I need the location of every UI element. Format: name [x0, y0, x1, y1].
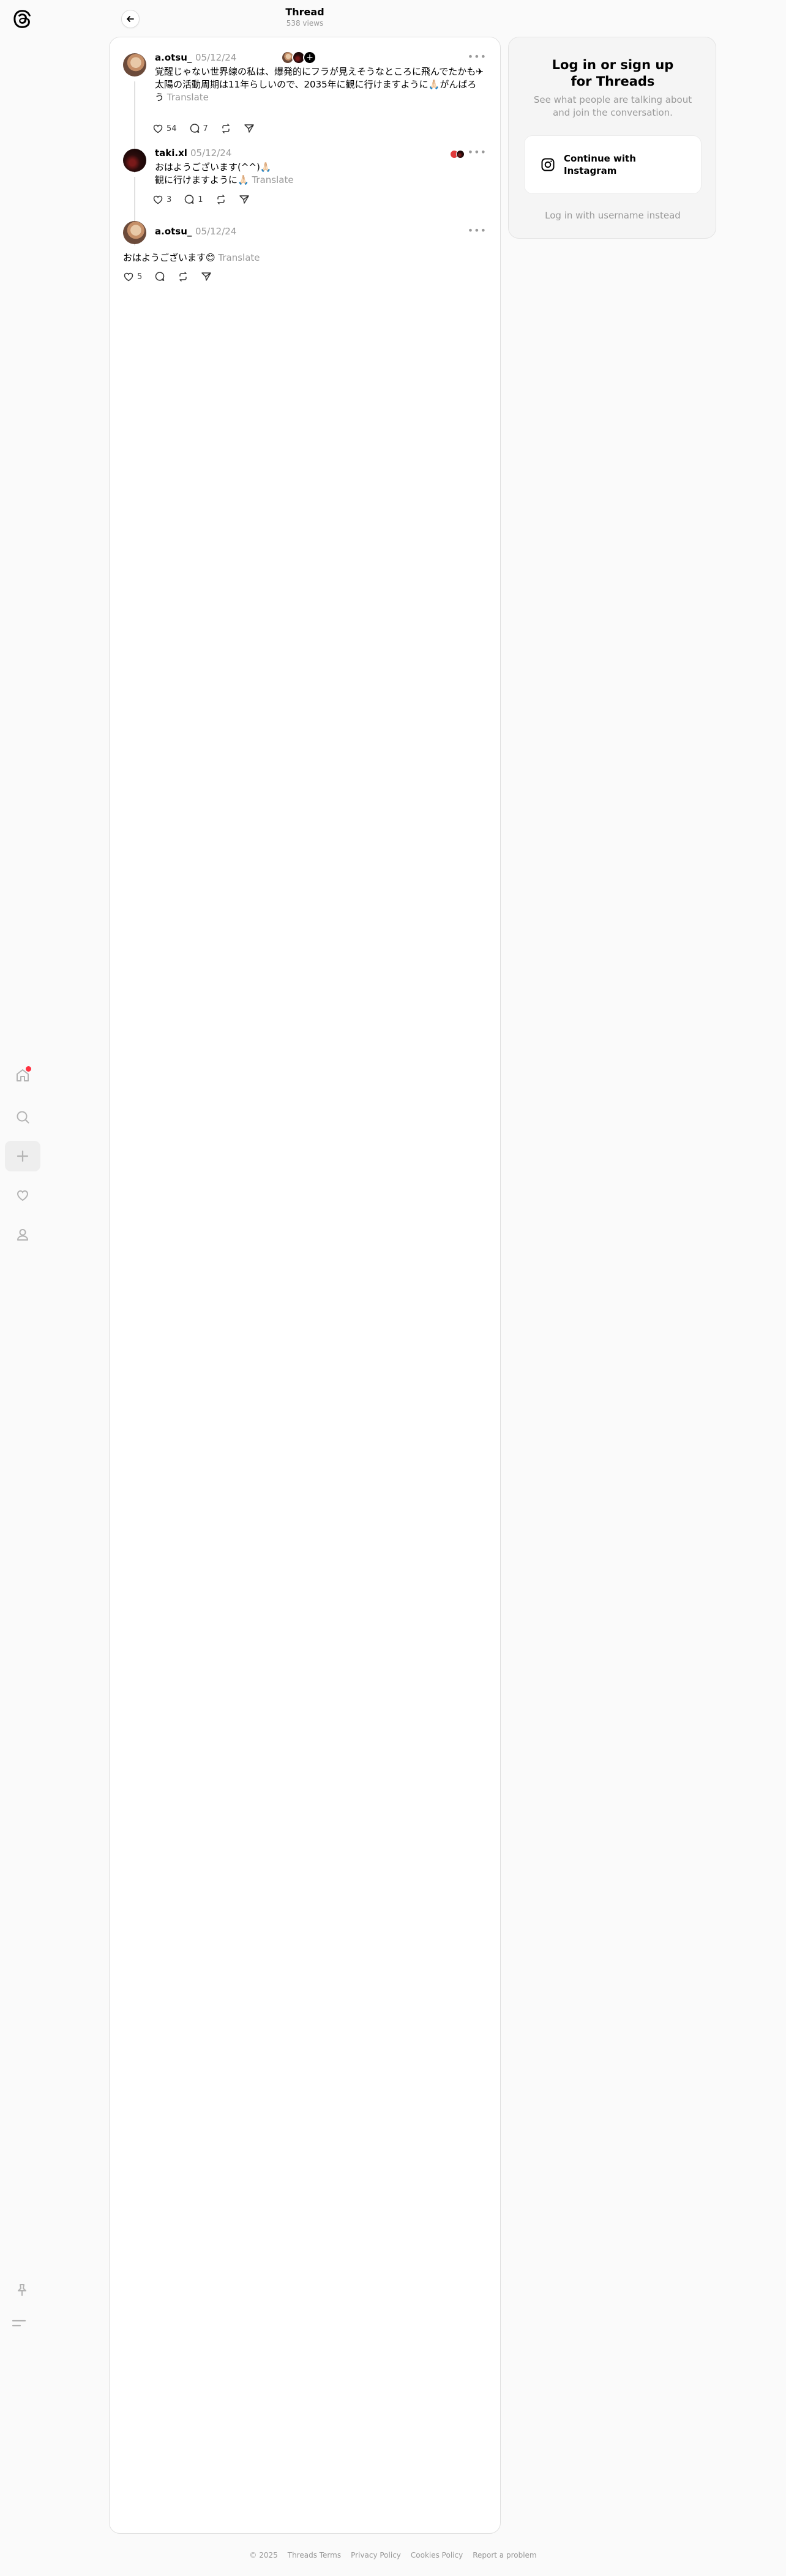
like-count: 54	[167, 124, 177, 133]
footer-link-report[interactable]: Report a problem	[473, 2551, 536, 2559]
avatar[interactable]	[123, 149, 146, 172]
instagram-icon	[541, 158, 555, 171]
avatar[interactable]	[123, 221, 146, 244]
share-button[interactable]	[201, 271, 212, 282]
comment-icon	[190, 124, 199, 133]
reply-count: 1	[198, 195, 203, 204]
heart-icon	[153, 124, 163, 133]
profile-icon	[17, 1229, 28, 1241]
menu-icon	[12, 2320, 26, 2327]
post-text-content: おはようございます😊	[123, 252, 215, 263]
continue-with-instagram-label: Continue with Instagram	[564, 153, 636, 176]
comment-icon	[155, 272, 165, 281]
like-button[interactable]: 54	[152, 123, 177, 134]
participant-avatar	[456, 150, 465, 159]
login-username-link[interactable]: Log in with username instead	[509, 210, 717, 221]
footer-link-cookies[interactable]: Cookies Policy	[411, 2551, 463, 2559]
reply-avatars[interactable]	[450, 150, 465, 159]
send-icon	[201, 272, 212, 281]
nav-search-button[interactable]	[5, 1102, 40, 1132]
nav-activity-button[interactable]	[5, 1180, 40, 1211]
repost-button[interactable]	[215, 194, 226, 205]
comment-icon	[185, 195, 194, 204]
like-count: 5	[137, 272, 143, 282]
nav-profile-button[interactable]	[5, 1219, 40, 1250]
post-actions: 5	[123, 271, 224, 282]
more-options-button[interactable]: •••	[468, 225, 487, 236]
like-button[interactable]: 5	[123, 271, 142, 282]
like-count: 3	[167, 195, 172, 204]
post-date[interactable]: 05/12/24	[195, 52, 236, 63]
post-text: 覚醒じゃない世界線の私は、爆発的にフラが見えそうなところに飛んでたかも✈︎ 太陽…	[155, 65, 485, 104]
post-text: おはようございます😊 Translate	[123, 252, 484, 264]
heart-icon	[153, 195, 163, 204]
footer-copyright: © 2025	[249, 2551, 278, 2559]
footer-link-terms[interactable]: Threads Terms	[288, 2551, 341, 2559]
nav-create-button[interactable]	[5, 1141, 40, 1171]
repost-button[interactable]	[178, 271, 189, 282]
translate-link[interactable]: Translate	[252, 174, 293, 185]
share-button[interactable]	[244, 123, 255, 134]
more-menu-button[interactable]	[11, 2317, 27, 2329]
repost-button[interactable]	[220, 123, 231, 134]
post-text: おはようございます(^^)🙏🏻 観に行けますように🙏🏻 Translate	[155, 161, 485, 187]
post-date[interactable]: 05/12/24	[190, 147, 231, 159]
login-card: Log in or sign up for Threads See what p…	[508, 37, 716, 239]
pin-button[interactable]	[15, 2283, 29, 2298]
reply-button[interactable]: 1	[184, 194, 203, 205]
reply-button[interactable]: 7	[189, 123, 208, 134]
send-icon	[244, 124, 254, 133]
repost-icon	[179, 272, 187, 282]
view-count: 538 views	[286, 19, 324, 28]
page-title: Thread	[285, 6, 324, 18]
send-icon	[239, 195, 249, 204]
login-card-title: Log in or sign up for Threads	[552, 58, 674, 89]
repost-icon	[217, 195, 225, 204]
reply-button[interactable]	[154, 271, 165, 282]
footer: © 2025 Threads Terms Privacy Policy Cook…	[0, 2551, 786, 2559]
heart-icon	[17, 1190, 29, 1201]
username[interactable]: a.otsu_	[155, 52, 192, 63]
login-card-subtitle: See what people are talking about and jo…	[533, 94, 692, 118]
username[interactable]: a.otsu_	[155, 226, 192, 237]
translate-link[interactable]: Translate	[167, 92, 209, 103]
username[interactable]: taki.xl	[155, 147, 187, 159]
pin-icon	[18, 2284, 26, 2296]
participants-more: +	[303, 51, 316, 64]
reply-count: 7	[203, 124, 208, 133]
thread-column: a.otsu_ 05/12/24 + ••• 覚醒じゃない世界線の私は、爆発的に…	[109, 37, 501, 2534]
nav-home-button[interactable]	[5, 1060, 40, 1091]
avatar[interactable]	[123, 53, 146, 77]
footer-link-privacy[interactable]: Privacy Policy	[351, 2551, 401, 2559]
share-button[interactable]	[239, 194, 250, 205]
continue-with-instagram-button[interactable]: Continue with Instagram	[524, 135, 702, 194]
translate-link[interactable]: Translate	[218, 252, 260, 263]
participants-stack[interactable]: +	[281, 51, 316, 64]
heart-icon	[124, 272, 133, 282]
notification-dot	[26, 1066, 31, 1072]
more-options-button[interactable]: •••	[468, 51, 487, 62]
post-date[interactable]: 05/12/24	[195, 226, 236, 237]
search-icon	[17, 1111, 29, 1124]
more-options-button[interactable]: •••	[468, 146, 487, 158]
repost-icon	[222, 124, 230, 133]
post-actions: 3 1	[152, 194, 262, 205]
post-actions: 54 7	[152, 123, 267, 134]
like-button[interactable]: 3	[152, 194, 171, 205]
plus-icon	[17, 1150, 29, 1162]
